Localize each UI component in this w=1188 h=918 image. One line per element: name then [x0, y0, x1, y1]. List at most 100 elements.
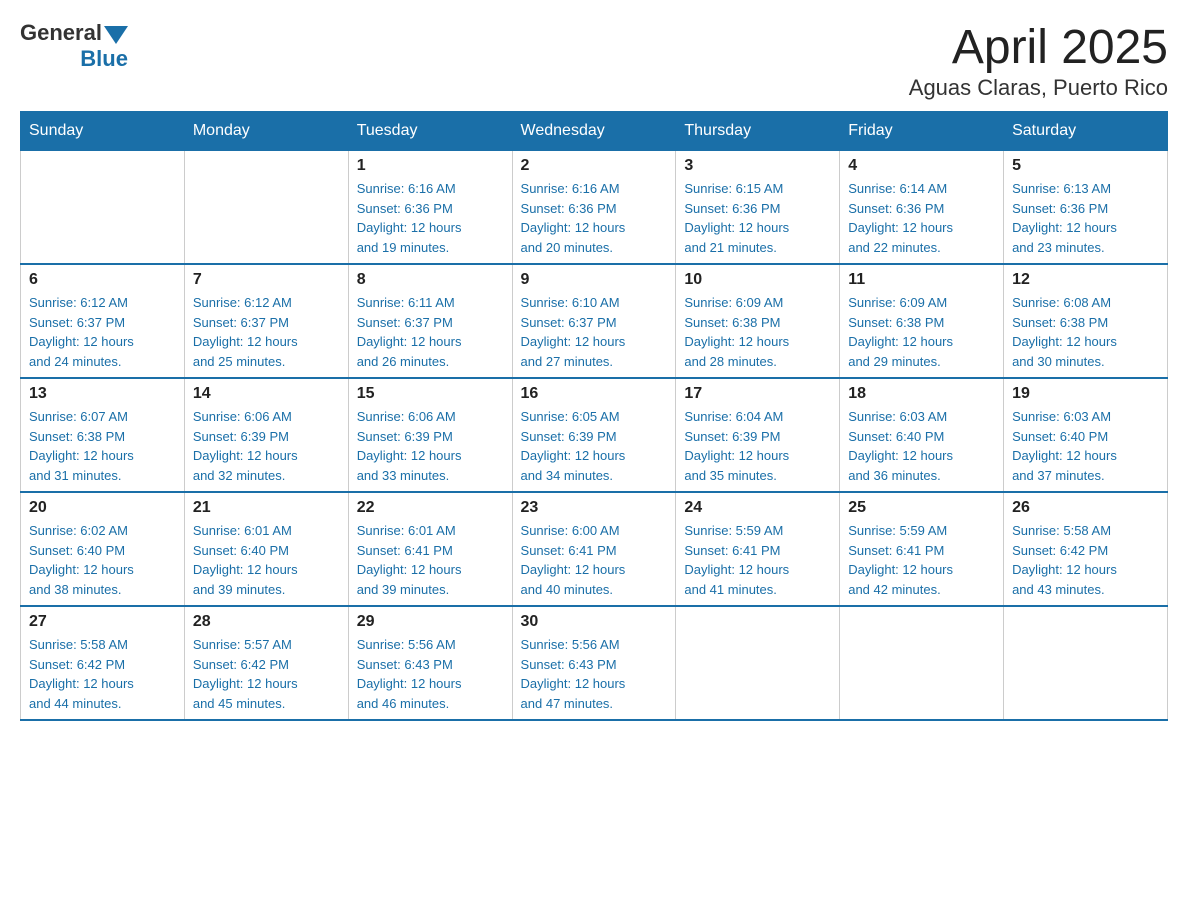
day-number: 23: [521, 499, 668, 517]
calendar-cell: 7Sunrise: 6:12 AM Sunset: 6:37 PM Daylig…: [184, 264, 348, 378]
calendar-cell: 29 Sunrise: 5:56 AM Sunset: 6:43 PM Dayli…: [348, 606, 512, 720]
calendar-cell: 17 Sunrise: 6:04 AM Sunset: 6:39 PM Dayli…: [676, 378, 840, 492]
calendar-cell: 2 Sunrise: 6:16 AM Sunset: 6:36 PM Daylig…: [512, 151, 676, 265]
weekday-header: Thursday: [676, 112, 840, 151]
day-info: Sunrise: 6:12 AM Sunset: 6:37 PM Dayligh…: [29, 293, 176, 371]
calendar-cell: 20Sunrise: 6:02 AM Sunset: 6:40 PM Dayli…: [21, 492, 185, 606]
calendar-cell: 19Sunrise: 6:03 AM Sunset: 6:40 PM Dayli…: [1004, 378, 1168, 492]
day-info: Sunrise: 6:08 AM Sunset: 6:38 PM Dayligh…: [1012, 293, 1159, 371]
day-info: Sunrise: 5:56 AM Sunset: 6:43 PM Dayligh…: [357, 635, 504, 713]
day-number: 13: [29, 385, 176, 403]
calendar-cell: 4 Sunrise: 6:14 AM Sunset: 6:36 PM Daylig…: [840, 151, 1004, 265]
day-info: Sunrise: 6:13 AM Sunset: 6:36 PM Dayligh…: [1012, 179, 1159, 257]
calendar-cell: 23 Sunrise: 6:00 AM Sunset: 6:41 PM Dayli…: [512, 492, 676, 606]
day-info: Sunrise: 6:09 AM Sunset: 6:38 PM Dayligh…: [684, 293, 831, 371]
title-block: April 2025 Aguas Claras, Puerto Rico: [909, 20, 1168, 101]
day-info: Sunrise: 5:58 AM Sunset: 6:42 PM Dayligh…: [1012, 521, 1159, 599]
day-info: Sunrise: 6:00 AM Sunset: 6:41 PM Dayligh…: [521, 521, 668, 599]
day-number: 6: [29, 271, 176, 289]
calendar-week-row: 20Sunrise: 6:02 AM Sunset: 6:40 PM Dayli…: [21, 492, 1168, 606]
day-info: Sunrise: 6:01 AM Sunset: 6:40 PM Dayligh…: [193, 521, 340, 599]
calendar-week-row: 27 Sunrise: 5:58 AM Sunset: 6:42 PM Dayli…: [21, 606, 1168, 720]
calendar-cell: [21, 151, 185, 265]
weekday-header: Wednesday: [512, 112, 676, 151]
weekday-header: Monday: [184, 112, 348, 151]
day-info: Sunrise: 6:16 AM Sunset: 6:36 PM Dayligh…: [521, 179, 668, 257]
calendar-table: SundayMondayTuesdayWednesdayThursdayFrid…: [20, 111, 1168, 721]
day-info: Sunrise: 6:15 AM Sunset: 6:36 PM Dayligh…: [684, 179, 831, 257]
day-info: Sunrise: 6:07 AM Sunset: 6:38 PM Dayligh…: [29, 407, 176, 485]
weekday-header: Friday: [840, 112, 1004, 151]
calendar-cell: 21Sunrise: 6:01 AM Sunset: 6:40 PM Dayli…: [184, 492, 348, 606]
calendar-cell: [676, 606, 840, 720]
calendar-cell: 28Sunrise: 5:57 AM Sunset: 6:42 PM Dayli…: [184, 606, 348, 720]
day-number: 27: [29, 613, 176, 631]
day-number: 15: [357, 385, 504, 403]
calendar-cell: 27 Sunrise: 5:58 AM Sunset: 6:42 PM Dayli…: [21, 606, 185, 720]
calendar-subtitle: Aguas Claras, Puerto Rico: [909, 75, 1168, 101]
day-number: 9: [521, 271, 668, 289]
day-number: 25: [848, 499, 995, 517]
page-header: General Blue April 2025 Aguas Claras, Pu…: [20, 20, 1168, 101]
day-number: 29: [357, 613, 504, 631]
calendar-cell: 3 Sunrise: 6:15 AM Sunset: 6:36 PM Daylig…: [676, 151, 840, 265]
day-info: Sunrise: 6:04 AM Sunset: 6:39 PM Dayligh…: [684, 407, 831, 485]
calendar-cell: 1 Sunrise: 6:16 AM Sunset: 6:36 PM Daylig…: [348, 151, 512, 265]
calendar-cell: 22 Sunrise: 6:01 AM Sunset: 6:41 PM Dayli…: [348, 492, 512, 606]
calendar-cell: 16Sunrise: 6:05 AM Sunset: 6:39 PM Dayli…: [512, 378, 676, 492]
day-info: Sunrise: 6:01 AM Sunset: 6:41 PM Dayligh…: [357, 521, 504, 599]
calendar-week-row: 1 Sunrise: 6:16 AM Sunset: 6:36 PM Daylig…: [21, 151, 1168, 265]
day-info: Sunrise: 5:58 AM Sunset: 6:42 PM Dayligh…: [29, 635, 176, 713]
day-info: Sunrise: 6:02 AM Sunset: 6:40 PM Dayligh…: [29, 521, 176, 599]
day-number: 14: [193, 385, 340, 403]
day-number: 26: [1012, 499, 1159, 517]
day-info: Sunrise: 6:10 AM Sunset: 6:37 PM Dayligh…: [521, 293, 668, 371]
day-number: 11: [848, 271, 995, 289]
day-number: 1: [357, 157, 504, 175]
day-number: 7: [193, 271, 340, 289]
day-info: Sunrise: 6:16 AM Sunset: 6:36 PM Dayligh…: [357, 179, 504, 257]
day-number: 12: [1012, 271, 1159, 289]
calendar-cell: 24Sunrise: 5:59 AM Sunset: 6:41 PM Dayli…: [676, 492, 840, 606]
day-number: 24: [684, 499, 831, 517]
day-info: Sunrise: 6:06 AM Sunset: 6:39 PM Dayligh…: [193, 407, 340, 485]
calendar-cell: 6 Sunrise: 6:12 AM Sunset: 6:37 PM Daylig…: [21, 264, 185, 378]
calendar-cell: 15 Sunrise: 6:06 AM Sunset: 6:39 PM Dayli…: [348, 378, 512, 492]
calendar-cell: [1004, 606, 1168, 720]
day-number: 4: [848, 157, 995, 175]
day-number: 8: [357, 271, 504, 289]
day-info: Sunrise: 5:56 AM Sunset: 6:43 PM Dayligh…: [521, 635, 668, 713]
calendar-cell: 25 Sunrise: 5:59 AM Sunset: 6:41 PM Dayli…: [840, 492, 1004, 606]
weekday-header: Sunday: [21, 112, 185, 151]
calendar-cell: 11 Sunrise: 6:09 AM Sunset: 6:38 PM Dayli…: [840, 264, 1004, 378]
day-number: 18: [848, 385, 995, 403]
day-number: 17: [684, 385, 831, 403]
weekday-header: Tuesday: [348, 112, 512, 151]
calendar-cell: 5 Sunrise: 6:13 AM Sunset: 6:36 PM Daylig…: [1004, 151, 1168, 265]
calendar-cell: 26 Sunrise: 5:58 AM Sunset: 6:42 PM Dayli…: [1004, 492, 1168, 606]
day-number: 3: [684, 157, 831, 175]
logo-triangle-icon: [104, 26, 128, 44]
calendar-cell: 18Sunrise: 6:03 AM Sunset: 6:40 PM Dayli…: [840, 378, 1004, 492]
day-info: Sunrise: 6:09 AM Sunset: 6:38 PM Dayligh…: [848, 293, 995, 371]
day-number: 5: [1012, 157, 1159, 175]
day-number: 2: [521, 157, 668, 175]
day-info: Sunrise: 6:06 AM Sunset: 6:39 PM Dayligh…: [357, 407, 504, 485]
calendar-cell: [184, 151, 348, 265]
day-info: Sunrise: 5:59 AM Sunset: 6:41 PM Dayligh…: [848, 521, 995, 599]
calendar-cell: 13 Sunrise: 6:07 AM Sunset: 6:38 PM Dayli…: [21, 378, 185, 492]
day-number: 30: [521, 613, 668, 631]
calendar-cell: 14 Sunrise: 6:06 AM Sunset: 6:39 PM Dayli…: [184, 378, 348, 492]
day-number: 19: [1012, 385, 1159, 403]
logo-blue-text: Blue: [80, 46, 128, 72]
calendar-title: April 2025: [909, 20, 1168, 75]
calendar-cell: 8Sunrise: 6:11 AM Sunset: 6:37 PM Daylig…: [348, 264, 512, 378]
day-info: Sunrise: 6:05 AM Sunset: 6:39 PM Dayligh…: [521, 407, 668, 485]
day-info: Sunrise: 6:14 AM Sunset: 6:36 PM Dayligh…: [848, 179, 995, 257]
logo: General Blue: [20, 20, 128, 72]
day-number: 28: [193, 613, 340, 631]
day-number: 22: [357, 499, 504, 517]
logo-general-text: General: [20, 20, 102, 46]
calendar-cell: 9 Sunrise: 6:10 AM Sunset: 6:37 PM Daylig…: [512, 264, 676, 378]
calendar-cell: 10Sunrise: 6:09 AM Sunset: 6:38 PM Dayli…: [676, 264, 840, 378]
